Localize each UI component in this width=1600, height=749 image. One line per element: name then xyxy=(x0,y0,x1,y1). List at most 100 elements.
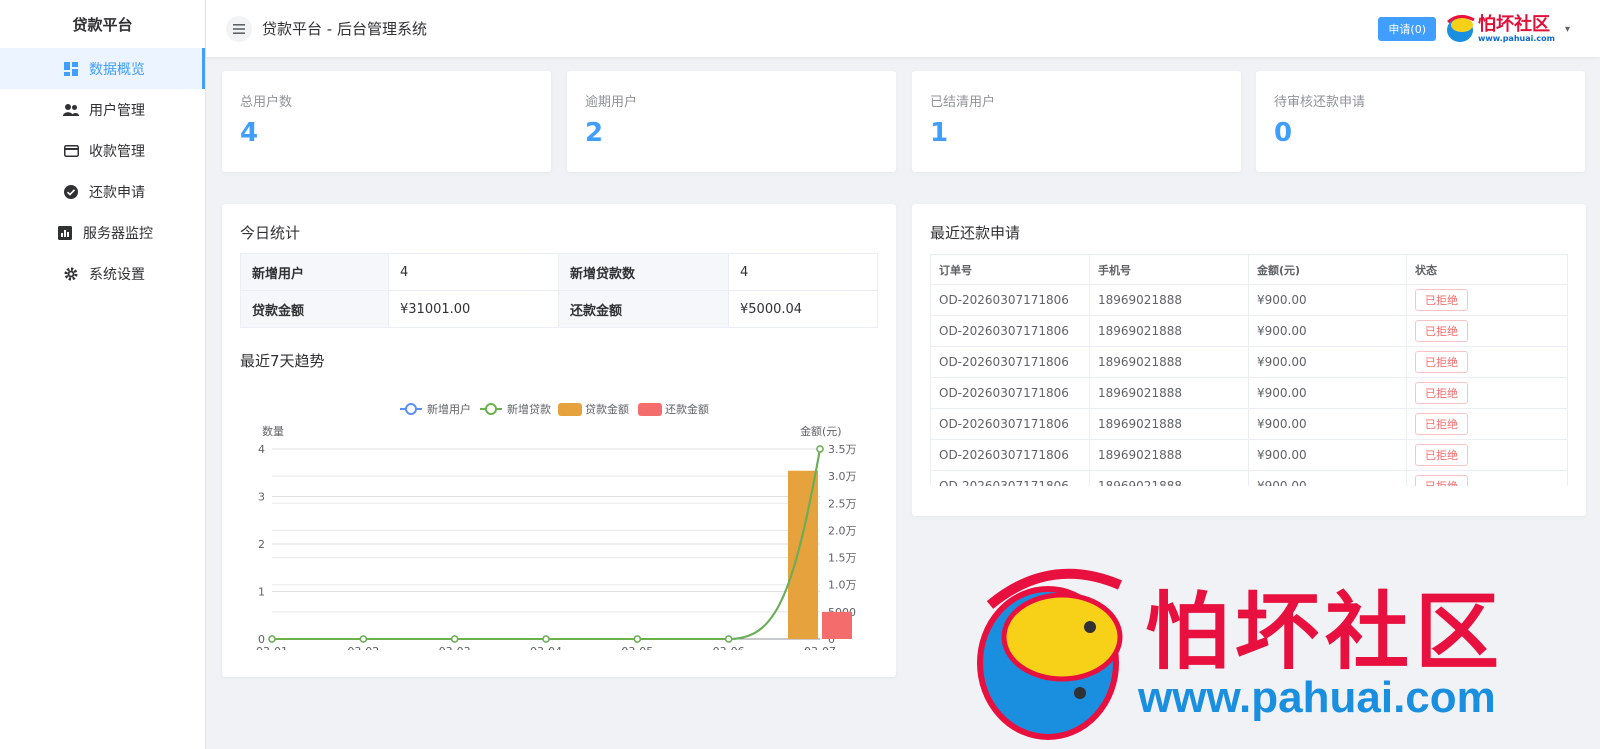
dashboard-icon xyxy=(63,61,79,77)
sidebar-item-label: 数据概览 xyxy=(89,61,145,78)
table-row: 贷款金额 ¥31001.00 还款金额 ¥5000.04 xyxy=(240,290,878,328)
table-row: OD-2026030717180618969021888¥900.00 已拒绝 xyxy=(930,346,1568,378)
amount-cell: ¥900.00 xyxy=(1248,284,1407,316)
today-value: ¥5000.04 xyxy=(728,290,878,328)
series-point-1-4 xyxy=(633,635,642,643)
stat-card-total-users: 总用户数 4 xyxy=(222,71,551,172)
watermark: 怕坏社区 www.pahuai.com xyxy=(970,565,1600,749)
sidebar-item-repayment[interactable]: 还款申请 xyxy=(0,171,205,212)
table-row: OD-2026030717180618969021888¥900.00 已拒绝 xyxy=(930,284,1568,316)
status-cell: 已拒绝 xyxy=(1406,408,1568,440)
status-cell: 已拒绝 xyxy=(1406,284,1568,316)
sidebar-item-label: 还款申请 xyxy=(89,184,145,201)
today-value: 4 xyxy=(728,253,878,291)
sidebar-item-users[interactable]: 用户管理 xyxy=(0,89,205,130)
sidebar-item-label: 收款管理 xyxy=(89,143,145,160)
sidebar-item-label: 用户管理 xyxy=(89,102,145,119)
stat-card-settled-users: 已结清用户 1 xyxy=(912,71,1241,172)
status-badge: 已拒绝 xyxy=(1415,320,1468,342)
amount-cell: ¥900.00 xyxy=(1248,470,1407,486)
table-row: OD-2026030717180618969021888¥900.00 已拒绝 xyxy=(930,470,1568,486)
column-header: 订单号 xyxy=(930,254,1090,285)
phone-cell: 18969021888 xyxy=(1089,408,1249,440)
right-axis-tick-label: 3.5万 xyxy=(828,443,857,456)
today-label: 新增贷款数 xyxy=(558,253,729,291)
recent-table-scroll[interactable]: 订单号 手机号 金额(元) 状态 OD-20260307171806 189690… xyxy=(930,243,1568,486)
series-point-1-6 xyxy=(816,445,824,453)
watermark-text: 怕坏社区 xyxy=(1145,582,1506,681)
menu-toggle-button[interactable] xyxy=(226,15,252,42)
status-badge: 已拒绝 xyxy=(1415,475,1468,486)
recent-title: 最近还款申请 xyxy=(930,224,1021,242)
column-header: 手机号 xyxy=(1089,254,1249,285)
status-cell: 已拒绝 xyxy=(1406,346,1568,378)
x-axis-tick-label: 03-02 xyxy=(347,645,379,650)
today-value: 4 xyxy=(388,253,559,291)
today-panel: 今日统计 新增用户 4 新增贷款数 4 贷款金额 ¥31001.00 还款金额 … xyxy=(222,204,896,677)
table-row: 新增用户 4 新增贷款数 4 xyxy=(240,253,878,291)
status-badge: 已拒绝 xyxy=(1415,444,1468,466)
stat-value: 1 xyxy=(930,118,949,148)
users-icon xyxy=(63,102,79,118)
user-menu[interactable]: 怕坏社区 www.pahuai.com ▾ xyxy=(1444,14,1570,44)
sidebar-item-label: 服务器监控 xyxy=(83,225,153,242)
header-right: 申请(0) 怕坏社区 www.pahuai.com ▾ xyxy=(1378,14,1570,44)
amount-cell: ¥900.00 xyxy=(1248,315,1407,347)
legend-marker-1 xyxy=(485,403,497,415)
amount-cell: ¥900.00 xyxy=(1248,439,1407,471)
status-cell: 已拒绝 xyxy=(1406,315,1568,347)
stat-label: 逾期用户 xyxy=(585,95,638,110)
series-point-1-0 xyxy=(268,635,276,643)
trend-title: 最近7天趋势 xyxy=(240,352,325,370)
stat-label: 已结清用户 xyxy=(930,95,996,110)
today-title: 今日统计 xyxy=(240,224,301,242)
sidebar-item-overview[interactable]: 数据概览 xyxy=(0,48,205,89)
stat-card-pending-repayments: 待审核还款申请 0 xyxy=(1256,71,1585,172)
apply-button[interactable]: 申请(0) xyxy=(1378,17,1436,41)
logo-text: 怕坏社区 xyxy=(1478,13,1550,35)
bar-3-6 xyxy=(822,611,852,639)
today-label: 新增用户 xyxy=(240,253,389,291)
table-row: OD-2026030717180618969021888¥900.00 已拒绝 xyxy=(930,377,1568,409)
legend-label-3: 还款金额 xyxy=(665,402,709,416)
series-point-1-5 xyxy=(724,635,733,643)
top-header: 贷款平台 - 后台管理系统 申请(0) 怕坏社区 www.pahuai.com … xyxy=(206,0,1600,57)
bar-2-6 xyxy=(788,470,818,639)
legend-label-2: 贷款金额 xyxy=(585,402,629,416)
status-cell: 已拒绝 xyxy=(1406,377,1568,409)
right-axis-tick-label: 2.5万 xyxy=(828,497,857,510)
sidebar-item-payments[interactable]: 收款管理 xyxy=(0,130,205,171)
amount-cell: ¥900.00 xyxy=(1248,408,1407,440)
status-badge: 已拒绝 xyxy=(1415,382,1468,404)
right-axis-tick-label: 2.0万 xyxy=(828,524,857,537)
recent-table: 订单号 手机号 金额(元) 状态 OD-20260307171806 189690… xyxy=(930,254,1568,486)
x-axis-tick-label: 03-07 xyxy=(804,645,836,650)
order-id-cell: OD-20260307171806 xyxy=(930,408,1090,440)
sidebar: 贷款平台 数据概览 用户管理 收款管理 还款申请 服务器监控 系统设置 xyxy=(0,0,206,749)
left-axis-tick-label: 1 xyxy=(258,586,265,599)
stat-label: 总用户数 xyxy=(240,95,293,110)
phone-cell: 18969021888 xyxy=(1089,439,1249,471)
x-axis-tick-label: 03-03 xyxy=(439,645,471,650)
x-axis-tick-label: 03-01 xyxy=(256,645,288,650)
logo-url: www.pahuai.com xyxy=(1478,33,1555,43)
status-badge: 已拒绝 xyxy=(1415,351,1468,373)
order-id-cell: OD-20260307171806 xyxy=(930,439,1090,471)
legend-label-1: 新增贷款 xyxy=(507,402,551,416)
watermark-url: www.pahuai.com xyxy=(1138,673,1496,722)
legend-marker-0 xyxy=(405,403,417,415)
order-id-cell: OD-20260307171806 xyxy=(930,470,1090,486)
status-badge: 已拒绝 xyxy=(1415,413,1468,435)
sidebar-item-settings[interactable]: 系统设置 xyxy=(0,253,205,294)
status-badge: 已拒绝 xyxy=(1415,289,1468,311)
x-axis-tick-label: 03-05 xyxy=(621,645,653,650)
left-axis-title: 数量 xyxy=(262,425,284,438)
series-point-1-3 xyxy=(542,635,550,643)
x-axis-tick-label: 03-06 xyxy=(713,645,745,650)
sidebar-item-server-monitor[interactable]: 服务器监控 xyxy=(0,212,205,253)
left-axis-tick-label: 3 xyxy=(258,491,265,504)
stat-label: 待审核还款申请 xyxy=(1274,95,1366,110)
series-point-1-2 xyxy=(450,635,459,643)
check-circle-icon xyxy=(63,184,79,200)
right-axis-tick-label: 1.0万 xyxy=(828,579,857,592)
